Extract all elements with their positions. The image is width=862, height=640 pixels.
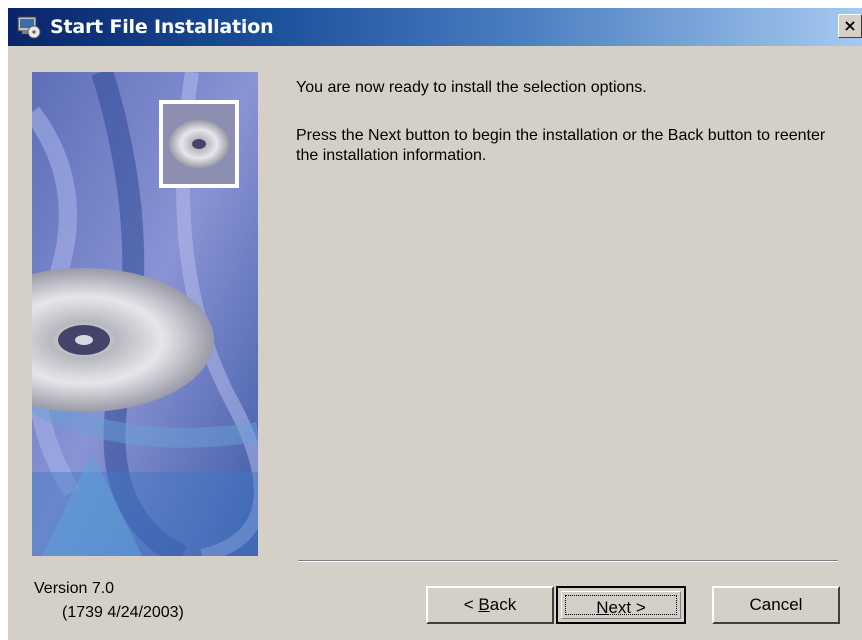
cancel-button[interactable]: Cancel bbox=[712, 586, 840, 624]
installer-window: Start File Installation × You are now re… bbox=[6, 6, 862, 640]
back-button-prefix: < bbox=[463, 595, 479, 614]
window-title: Start File Installation bbox=[50, 16, 274, 38]
back-button-label: ack bbox=[489, 595, 517, 614]
back-button-accelerator: B bbox=[478, 595, 490, 614]
installer-app-icon bbox=[16, 14, 42, 40]
back-button[interactable]: < Back bbox=[426, 586, 554, 624]
next-button-face: Next > bbox=[561, 591, 681, 619]
installer-side-image bbox=[32, 72, 258, 556]
ready-message: You are now ready to install the selecti… bbox=[296, 79, 647, 96]
next-button-label: ext > bbox=[608, 598, 646, 617]
next-button[interactable]: Next > bbox=[556, 586, 686, 624]
version-label: Version 7.0 bbox=[34, 580, 115, 597]
build-info: (1739 4/24/2003) bbox=[62, 604, 184, 621]
close-icon: × bbox=[843, 16, 857, 35]
footer-divider bbox=[298, 560, 838, 562]
close-button[interactable]: × bbox=[838, 14, 862, 38]
title-bar[interactable]: Start File Installation × bbox=[8, 8, 862, 46]
next-button-accelerator: N bbox=[596, 598, 609, 617]
focus-rectangle: Next > bbox=[565, 595, 677, 617]
instruction-message: Press the Next button to begin the insta… bbox=[296, 127, 826, 164]
